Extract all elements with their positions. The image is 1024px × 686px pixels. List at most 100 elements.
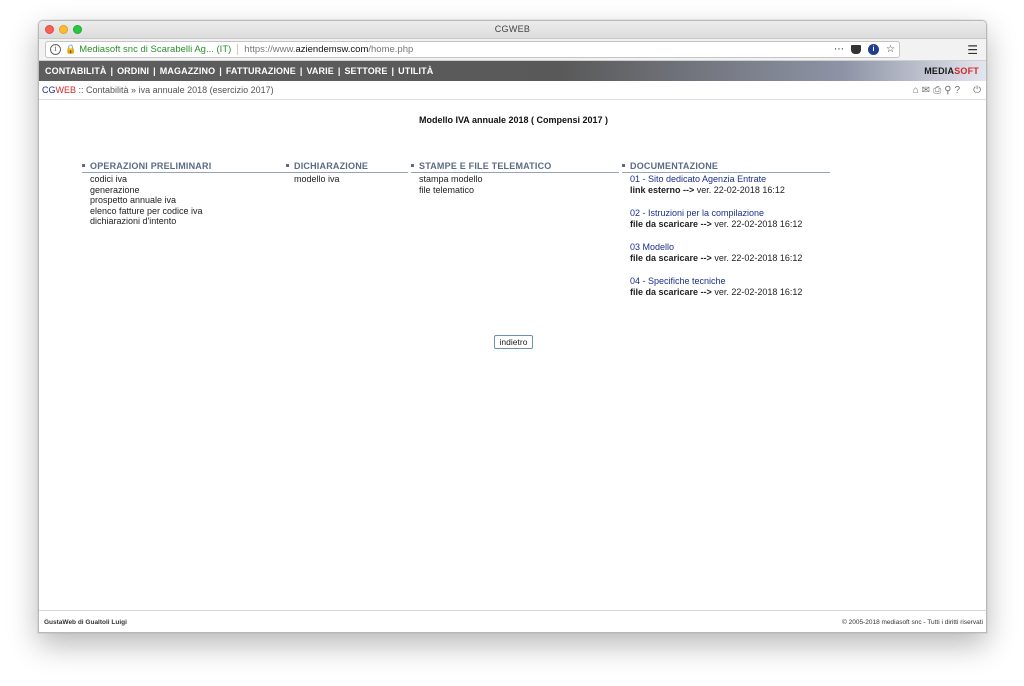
nav-menu: CONTABILITÀ | ORDINI | MAGAZZINO | FATTU… xyxy=(39,66,433,76)
doc-meta: file da scaricare --> ver. 22-02-2018 16… xyxy=(630,287,830,298)
section-documentazione: DOCUMENTAZIONE 01 - Sito dedicato Agenzi… xyxy=(622,161,830,310)
doc-list: 01 - Sito dedicato Agenzia Entrate link … xyxy=(622,174,830,297)
link-modello-iva[interactable]: modello iva xyxy=(294,174,408,185)
doc-version: ver. 22-02-2018 16:12 xyxy=(714,252,803,263)
doc-kind: file da scaricare --> xyxy=(630,218,712,229)
link-codici-iva[interactable]: codici iva xyxy=(90,174,288,185)
brand-part2: SOFT xyxy=(954,66,979,76)
breadcrumb-path: Contabilità » iva annuale 2018 (esercizi… xyxy=(86,85,274,95)
section-preliminari: OPERAZIONI PRELIMINARI codici iva genera… xyxy=(82,161,288,227)
link-prospetto-annuale-iva[interactable]: prospetto annuale iva xyxy=(90,195,288,206)
doc-link[interactable]: 03 Modello xyxy=(630,242,830,253)
nav-separator: | xyxy=(391,66,395,76)
url-text[interactable]: https://www.aziendemsw.com/home.php xyxy=(244,44,413,55)
section-heading-text: OPERAZIONI PRELIMINARI xyxy=(90,161,212,171)
section-links: codici iva generazione prospetto annuale… xyxy=(82,174,288,227)
nav-fatturazione[interactable]: FATTURAZIONE xyxy=(226,66,296,76)
section-dichiarazione: DICHIARAZIONE modello iva xyxy=(286,161,408,185)
link-dichiarazioni-intento[interactable]: dichiarazioni d'intento xyxy=(90,216,288,227)
doc-kind: link esterno --> xyxy=(630,184,695,195)
doc-meta: file da scaricare --> ver. 22-02-2018 16… xyxy=(630,219,830,230)
doc-item: 01 - Sito dedicato Agenzia Entrate link … xyxy=(630,174,830,195)
toolbar-icons: ⌂ ✉ ⎙ ⚲ ? ⏻ xyxy=(913,85,981,96)
url-prefix: https://www. xyxy=(244,44,296,55)
print-icon[interactable]: ⎙ xyxy=(933,85,941,96)
hamburger-menu-icon[interactable]: ☰ xyxy=(967,43,978,57)
section-stampe: STAMPE E FILE TELEMATICO stampa modello … xyxy=(411,161,619,195)
power-icon[interactable]: ⏻ xyxy=(973,85,981,96)
more-icon[interactable]: ⋯ xyxy=(834,44,844,55)
doc-item: 03 Modello file da scaricare --> ver. 22… xyxy=(630,242,830,263)
footer-credit: GustaWeb di Gualtoli Luigi xyxy=(44,619,127,626)
nav-separator: | xyxy=(219,66,222,76)
pocket-icon[interactable] xyxy=(851,45,862,54)
title-bar: CGWEB xyxy=(39,21,986,39)
bullet-icon xyxy=(286,164,289,167)
bullet-icon xyxy=(82,164,85,167)
address-divider xyxy=(237,44,239,55)
section-links: stampa modello file telematico xyxy=(411,174,619,195)
nav-separator: | xyxy=(299,66,303,76)
footer-copyright: © 2005-2018 mediasoft snc - Tutti i diri… xyxy=(842,619,983,626)
section-heading: OPERAZIONI PRELIMINARI xyxy=(82,161,288,173)
nav-ordini[interactable]: ORDINI xyxy=(117,66,149,76)
section-heading-text: DOCUMENTAZIONE xyxy=(630,161,719,171)
section-links: modello iva xyxy=(286,174,408,185)
back-button[interactable]: indietro xyxy=(494,335,533,349)
doc-item: 04 - Specifiche tecniche file da scarica… xyxy=(630,276,830,297)
nav-settore[interactable]: SETTORE xyxy=(344,66,387,76)
url-path: /home.php xyxy=(368,44,414,55)
page-title: Modello IVA annuale 2018 ( Compensi 2017… xyxy=(418,115,609,125)
doc-version: ver. 22-02-2018 16:12 xyxy=(714,218,803,229)
url-domain: aziendemsw.com xyxy=(295,44,369,55)
doc-meta: file da scaricare --> ver. 22-02-2018 16… xyxy=(630,253,830,264)
site-identity[interactable]: Mediasoft snc di Scarabelli Ag... (IT) xyxy=(79,44,231,55)
doc-version: ver. 22-02-2018 16:12 xyxy=(696,184,785,195)
browser-toolbar: i 🔒 Mediasoft snc di Scarabelli Ag... (I… xyxy=(39,39,986,61)
home-icon[interactable]: ⌂ xyxy=(913,85,919,96)
main-nav: CONTABILITÀ | ORDINI | MAGAZZINO | FATTU… xyxy=(39,61,986,81)
nav-separator: | xyxy=(153,66,156,76)
bullet-icon xyxy=(411,164,414,167)
nav-contabilita[interactable]: CONTABILITÀ xyxy=(45,66,106,76)
link-generazione[interactable]: generazione xyxy=(90,185,288,196)
address-bar[interactable]: i 🔒 Mediasoft snc di Scarabelli Ag... (I… xyxy=(45,41,900,58)
doc-version: ver. 22-02-2018 16:12 xyxy=(714,286,803,297)
mail-icon[interactable]: ✉ xyxy=(922,85,930,96)
doc-item: 02 - Istruzioni per la compilazione file… xyxy=(630,208,830,229)
doc-meta: link esterno --> ver. 22-02-2018 16:12 xyxy=(630,185,830,196)
nav-magazzino[interactable]: MAGAZZINO xyxy=(160,66,215,76)
extension-icon[interactable]: i xyxy=(868,44,880,55)
section-heading: DOCUMENTAZIONE xyxy=(622,161,830,173)
brand-logo: MEDIASOFT xyxy=(924,66,979,76)
search-icon[interactable]: ⚲ xyxy=(944,85,951,96)
bookmark-star-icon[interactable]: ☆ xyxy=(886,44,895,55)
lock-icon[interactable]: 🔒 xyxy=(65,44,76,55)
browser-window: CGWEB i 🔒 Mediasoft snc di Scarabelli Ag… xyxy=(38,20,987,633)
section-heading: DICHIARAZIONE xyxy=(286,161,408,173)
doc-link[interactable]: 04 - Specifiche tecniche xyxy=(630,276,830,287)
breadcrumb-separator: :: xyxy=(76,85,87,95)
link-elenco-fatture[interactable]: elenco fatture per codice iva xyxy=(90,206,288,217)
nav-separator: | xyxy=(337,66,341,76)
bullet-icon xyxy=(622,164,625,167)
section-heading: STAMPE E FILE TELEMATICO xyxy=(411,161,619,173)
info-icon[interactable]: i xyxy=(50,44,61,55)
nav-utilita[interactable]: UTILITÀ xyxy=(398,66,433,76)
doc-link[interactable]: 02 - Istruzioni per la compilazione xyxy=(630,208,830,219)
help-icon[interactable]: ? xyxy=(955,85,961,96)
section-heading-text: STAMPE E FILE TELEMATICO xyxy=(419,161,552,171)
breadcrumb-app-part2: WEB xyxy=(55,85,77,95)
link-stampa-modello[interactable]: stampa modello xyxy=(419,174,619,185)
doc-link[interactable]: 01 - Sito dedicato Agenzia Entrate xyxy=(630,174,830,185)
section-heading-text: DICHIARAZIONE xyxy=(294,161,369,171)
nav-separator: | xyxy=(110,66,114,76)
nav-varie[interactable]: VARIE xyxy=(306,66,333,76)
link-file-telematico[interactable]: file telematico xyxy=(419,185,619,196)
window-title: CGWEB xyxy=(494,24,531,34)
footer: GustaWeb di Gualtoli Luigi © 2005-2018 m… xyxy=(39,610,986,632)
breadcrumb: CG WEB :: Contabilità » iva annuale 2018 … xyxy=(39,81,986,100)
breadcrumb-app-part1: CG xyxy=(42,85,56,95)
brand-part1: MEDIA xyxy=(924,66,955,76)
doc-kind: file da scaricare --> xyxy=(630,286,712,297)
